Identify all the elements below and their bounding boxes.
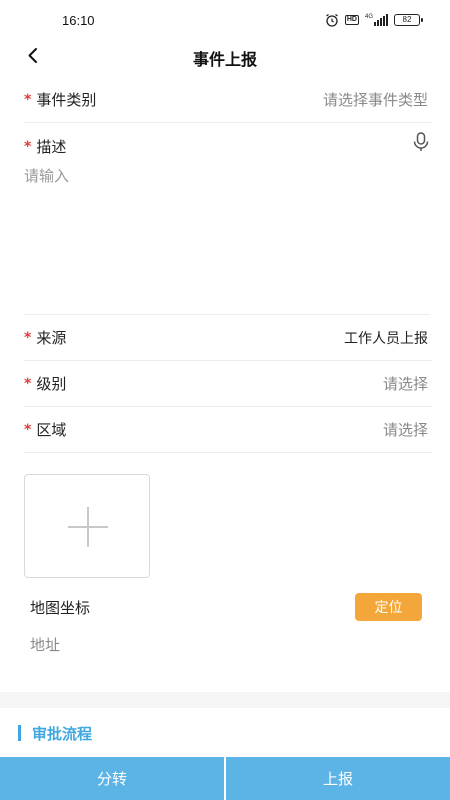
voice-input-button[interactable] [410, 131, 432, 153]
transfer-button[interactable]: 分转 [0, 757, 224, 800]
region-select[interactable]: 请选择 [383, 419, 428, 440]
region-label-text: 区域 [36, 421, 67, 439]
approval-title-text: 审批流程 [32, 724, 93, 743]
status-bar: 16:10 HD 4G 82 [0, 0, 450, 40]
level-label: * 级别 [24, 373, 66, 394]
level-select[interactable]: 请选择 [383, 373, 428, 394]
description-label: * 描述 [24, 136, 66, 157]
source-label-text: 来源 [36, 329, 67, 347]
event-type-select[interactable]: 请选择事件类型 [323, 89, 428, 110]
image-upload-button[interactable] [24, 474, 150, 578]
source-row[interactable]: * 来源 工作人员上报 [24, 315, 432, 361]
page-title: 事件上报 [192, 50, 257, 69]
signal-4g-icon: 4G [365, 14, 388, 26]
level-label-text: 级别 [36, 375, 67, 393]
source-value[interactable]: 工作人员上报 [344, 328, 428, 348]
source-label: * 来源 [24, 327, 66, 348]
locate-button[interactable]: 定位 [355, 593, 422, 621]
required-mark: * [24, 329, 32, 346]
map-coordinates-label: 地图坐标 [30, 599, 91, 617]
hd-icon: HD [344, 15, 359, 25]
event-type-label-text: 事件类别 [36, 91, 97, 109]
approval-section-title: 审批流程 [18, 723, 92, 743]
battery-icon: 82 [394, 14, 423, 26]
region-label: * 区域 [24, 419, 66, 440]
required-mark: * [24, 375, 32, 392]
description-label-text: 描述 [36, 138, 67, 156]
battery-level: 82 [402, 15, 412, 24]
event-type-label: * 事件类别 [24, 89, 96, 110]
report-button[interactable]: 上报 [226, 757, 450, 800]
region-row[interactable]: * 区域 请选择 [24, 407, 432, 453]
status-icons: HD 4G 82 [325, 13, 423, 27]
microphone-icon [413, 132, 429, 151]
address-input[interactable] [30, 632, 430, 658]
event-type-row[interactable]: * 事件类别 请选择事件类型 [24, 77, 432, 123]
nav-bar: 事件上报 [0, 38, 450, 74]
level-row[interactable]: * 级别 请选择 [24, 361, 432, 407]
plus-icon [68, 507, 108, 547]
section-accent-bar [18, 725, 21, 741]
alarm-icon [325, 13, 338, 27]
required-mark: * [24, 91, 32, 108]
required-mark: * [24, 138, 32, 155]
section-divider [0, 692, 450, 708]
status-time: 16:10 [62, 13, 95, 28]
required-mark: * [24, 421, 32, 438]
description-input[interactable] [24, 165, 430, 315]
signal-4g-label: 4G [364, 14, 373, 20]
bottom-action-bar: 分转 上报 [0, 757, 450, 800]
